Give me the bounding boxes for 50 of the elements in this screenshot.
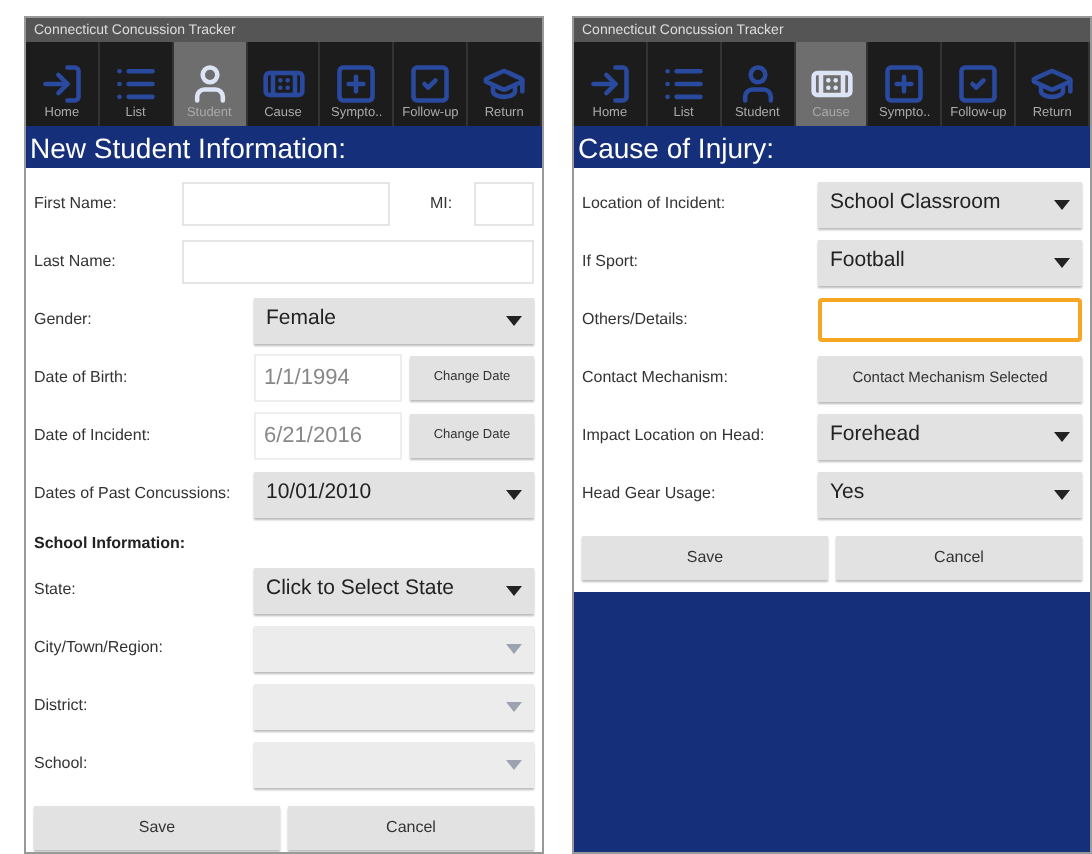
cancel-button[interactable]: Cancel [288,806,534,850]
checkbox-icon [956,61,1001,106]
door-icon [39,61,84,106]
field-label: District: [34,694,90,718]
save-button[interactable]: Save [34,806,280,850]
field-label: Date of Birth: [34,366,130,390]
dropdown[interactable]: 10/01/2010 [254,471,534,517]
field-label: State: [34,578,78,602]
plus-icon [882,61,927,106]
field-label: First Name: [34,192,119,216]
field-label: City/Town/Region: [34,636,165,660]
checkbox-icon [408,61,453,106]
door-icon [587,61,632,106]
field-label: If Sport: [582,250,641,274]
dropdown[interactable]: Football [818,239,1082,285]
cancel-button[interactable]: Cancel [836,536,1082,580]
date-field[interactable]: 1/1/1994 [254,354,402,402]
dropdown-caret-icon [506,701,522,711]
dropdown[interactable]: Yes [818,471,1082,517]
screen-heading: Cause of Injury: [574,126,1090,168]
field-label: Last Name: [34,250,118,274]
field-label: Gender: [34,308,94,332]
save-button[interactable]: Save [582,536,828,580]
field-label: Location of Incident: [582,192,728,216]
field-label: School: [34,752,90,776]
dropdown-caret-icon [1054,489,1070,499]
dropdown-caret-icon [506,585,522,595]
field-label: MI: [430,192,455,216]
dropdown-caret-icon [506,759,522,769]
dropdown[interactable]: Female [254,297,534,343]
field-label: Others/Details: [582,308,690,332]
date-field[interactable]: 6/21/2016 [254,412,402,460]
text-field[interactable] [818,298,1082,342]
screen-heading: New Student Information: [26,126,542,168]
dropdown-caret-icon [506,643,522,653]
field-label: Impact Location on Head: [582,424,767,448]
dropdown[interactable]: School Classroom [818,181,1082,227]
dropdown[interactable]: Forehead [818,413,1082,459]
dropdown[interactable]: Click to Select State [254,567,534,613]
plus-icon [334,61,379,106]
field-label: Date of Incident: [34,424,153,448]
dropdown-caret-icon [1054,431,1070,441]
section-title: School Information: [34,532,186,556]
dropdown-caret-icon [506,489,522,499]
dropdown-caret-icon [1054,257,1070,267]
field-label: Contact Mechanism: [582,366,730,390]
field-label: Dates of Past Concussions: [34,482,233,506]
dropdown-caret-icon [1054,199,1070,209]
field-label: Head Gear Usage: [582,482,718,506]
dropdown-caret-icon [506,315,522,325]
